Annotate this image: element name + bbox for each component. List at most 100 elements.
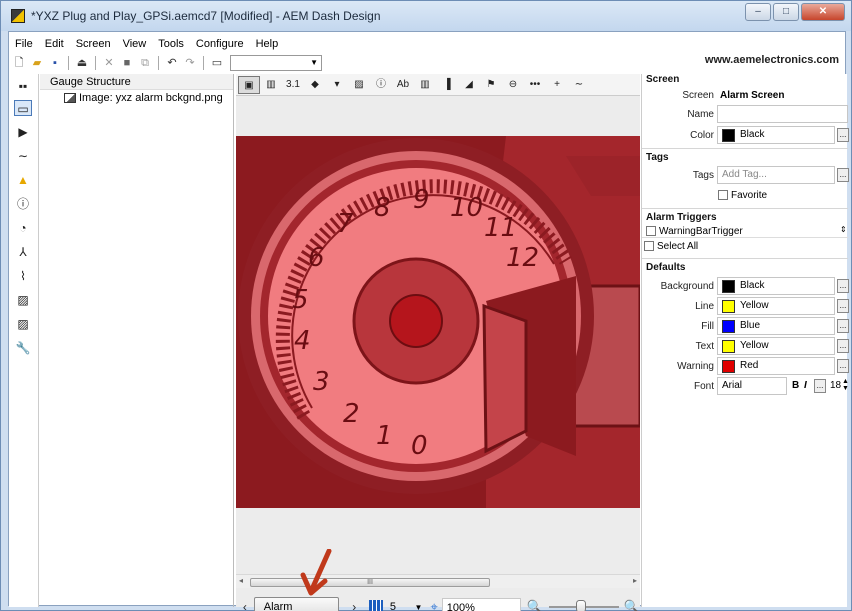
- maximize-button[interactable]: □: [773, 3, 799, 21]
- scroll-left-arrow-icon[interactable]: ◂: [239, 576, 243, 585]
- menu-view[interactable]: View: [117, 36, 153, 52]
- wrench-icon[interactable]: 🔧: [15, 340, 31, 356]
- picture-icon[interactable]: ▨: [15, 316, 31, 332]
- warning-picker-button[interactable]: ...: [837, 359, 849, 373]
- menu-file[interactable]: File: [9, 36, 39, 52]
- play-icon[interactable]: ▶: [15, 124, 31, 140]
- paste-icon[interactable]: ⧉: [137, 55, 153, 71]
- gauge-structure-panel: Gauge Structure Image: yxz alarm bckgnd.…: [40, 74, 234, 607]
- alarm-trigger-check[interactable]: [646, 226, 656, 237]
- warning-field[interactable]: Red: [717, 357, 835, 375]
- image-tool-icon[interactable]: ▨: [348, 76, 370, 94]
- menu-configure[interactable]: Configure: [190, 36, 250, 52]
- warning-swatch: [722, 359, 735, 373]
- next-screen-button[interactable]: ›: [345, 600, 363, 611]
- digital-value-tool-icon[interactable]: 3.1: [282, 76, 304, 94]
- new-file-icon[interactable]: 🗋: [11, 55, 27, 71]
- font-picker-button[interactable]: ...: [814, 379, 826, 393]
- zoom-in-icon[interactable]: 🔍: [624, 599, 640, 611]
- grid-size-dropdown-icon[interactable]: ▼: [415, 603, 423, 611]
- grid-size-value[interactable]: 5: [387, 598, 415, 611]
- open-folder-icon[interactable]: ▰: [29, 55, 45, 71]
- fill-field[interactable]: Blue: [717, 317, 835, 335]
- background-field[interactable]: Black: [717, 277, 835, 295]
- cut-icon[interactable]: ✕: [101, 55, 117, 71]
- fill-label: Fill: [701, 321, 714, 332]
- image-icon[interactable]: ▨: [15, 292, 31, 308]
- text-tool-icon[interactable]: Ab: [392, 76, 414, 94]
- bold-button[interactable]: B: [792, 380, 799, 391]
- alert-circle-icon[interactable]: ⓘ: [15, 196, 31, 212]
- crosshair-tool-icon[interactable]: +: [546, 76, 568, 94]
- trend-icon[interactable]: ⌇: [15, 268, 31, 284]
- fork-icon[interactable]: ⅄: [15, 244, 31, 260]
- scroll-right-arrow-icon[interactable]: ▸: [633, 576, 637, 585]
- tags-input[interactable]: Add Tag...: [717, 166, 835, 184]
- prev-screen-button[interactable]: ‹: [236, 600, 254, 611]
- rectangle-icon[interactable]: ▭: [14, 100, 32, 116]
- italic-button[interactable]: I: [804, 380, 807, 391]
- alert-tool-icon[interactable]: ⓘ: [370, 76, 392, 94]
- fill-picker-button[interactable]: ...: [837, 319, 849, 333]
- menu-help[interactable]: Help: [250, 36, 285, 52]
- dots-tool-icon[interactable]: •••: [524, 76, 546, 94]
- grid-icon[interactable]: ▪▪: [15, 78, 31, 94]
- bar-gauge-tool-icon[interactable]: ▥: [260, 76, 282, 94]
- flag-tool-icon[interactable]: ⚑: [480, 76, 502, 94]
- favorite-checkbox[interactable]: Favorite: [718, 190, 767, 201]
- needle-tool-icon[interactable]: ▾: [326, 76, 348, 94]
- favorite-check-box[interactable]: [718, 190, 728, 201]
- graph-tool-icon[interactable]: ∼: [568, 76, 590, 94]
- tags-picker-button[interactable]: ...: [837, 168, 849, 182]
- text-field[interactable]: Yellow: [717, 337, 835, 355]
- background-picker-button[interactable]: ...: [837, 279, 849, 293]
- stopwatch-icon[interactable]: ◔: [15, 220, 31, 236]
- line-graph-icon[interactable]: ∼: [15, 148, 31, 164]
- close-button[interactable]: ✕: [801, 3, 845, 21]
- zoom-field[interactable]: 100%: [441, 598, 521, 611]
- toolbar-dropdown[interactable]: ▼: [230, 55, 322, 71]
- alarm-list-scroll-icon[interactable]: ⇕: [840, 225, 847, 234]
- vertical-bar-tool-icon[interactable]: ▐: [436, 76, 458, 94]
- gauge-background-image[interactable]: 0 1 2 3 4 5 6 7 8 9 10 11 12: [236, 136, 640, 508]
- color-field[interactable]: Black: [717, 126, 835, 144]
- text-picker-button[interactable]: ...: [837, 339, 849, 353]
- select-all-checkbox[interactable]: Select All: [644, 241, 698, 252]
- save-icon[interactable]: ▪: [47, 55, 63, 71]
- select-tool-icon[interactable]: ▣: [238, 75, 260, 94]
- horizontal-bar-tool-icon[interactable]: ▥: [414, 76, 436, 94]
- upload-icon[interactable]: ⏏: [74, 55, 90, 71]
- scrollbar-thumb[interactable]: III: [250, 578, 490, 587]
- line-value: Yellow: [740, 300, 769, 311]
- current-screen-button[interactable]: Alarm Screen: [253, 597, 340, 611]
- redo-icon[interactable]: ↷: [182, 55, 198, 71]
- main-toolbar: 🗋 ▰ ▪ ⏏ ✕ ■ ⧉ ↶ ↷ ▭ ▼: [9, 53, 322, 73]
- zoom-out-icon[interactable]: 🔍: [527, 599, 543, 611]
- font-size-spinner-icon[interactable]: ▲ ▼: [842, 378, 849, 392]
- line-field[interactable]: Yellow: [717, 297, 835, 315]
- menu-tools[interactable]: Tools: [152, 36, 190, 52]
- toolbar-divider: [68, 56, 69, 70]
- font-size-field[interactable]: 18: [830, 380, 841, 391]
- tag-tool-icon[interactable]: ◆: [304, 76, 326, 94]
- copy-icon[interactable]: ■: [119, 55, 135, 71]
- font-field[interactable]: Arial: [717, 377, 787, 395]
- shape-tool-icon[interactable]: ⊖: [502, 76, 524, 94]
- tree-item-image[interactable]: Image: yxz alarm bckgnd.png: [64, 92, 223, 104]
- alarm-trigger-list[interactable]: WarningBarTrigger: [642, 226, 848, 238]
- select-all-check-box[interactable]: [644, 241, 654, 252]
- zoom-slider-knob[interactable]: [575, 600, 586, 611]
- horizontal-scrollbar[interactable]: ◂ III ▸: [236, 574, 640, 588]
- menu-edit[interactable]: Edit: [39, 36, 70, 52]
- minimize-button[interactable]: –: [745, 3, 771, 21]
- color-picker-button[interactable]: ...: [837, 128, 849, 142]
- name-input[interactable]: [717, 105, 848, 123]
- ruler-icon[interactable]: ▭: [209, 55, 225, 71]
- line-picker-button[interactable]: ...: [837, 299, 849, 313]
- warning-icon[interactable]: ▲: [15, 172, 31, 188]
- zoom-slider[interactable]: [548, 600, 619, 611]
- screen-nav-bar: ‹ Alarm Screen › 5 ▼ ⌖ 100% 🔍 🔍: [236, 594, 640, 611]
- menu-screen[interactable]: Screen: [70, 36, 117, 52]
- undo-icon[interactable]: ↶: [164, 55, 180, 71]
- signal-tool-icon[interactable]: ◢: [458, 76, 480, 94]
